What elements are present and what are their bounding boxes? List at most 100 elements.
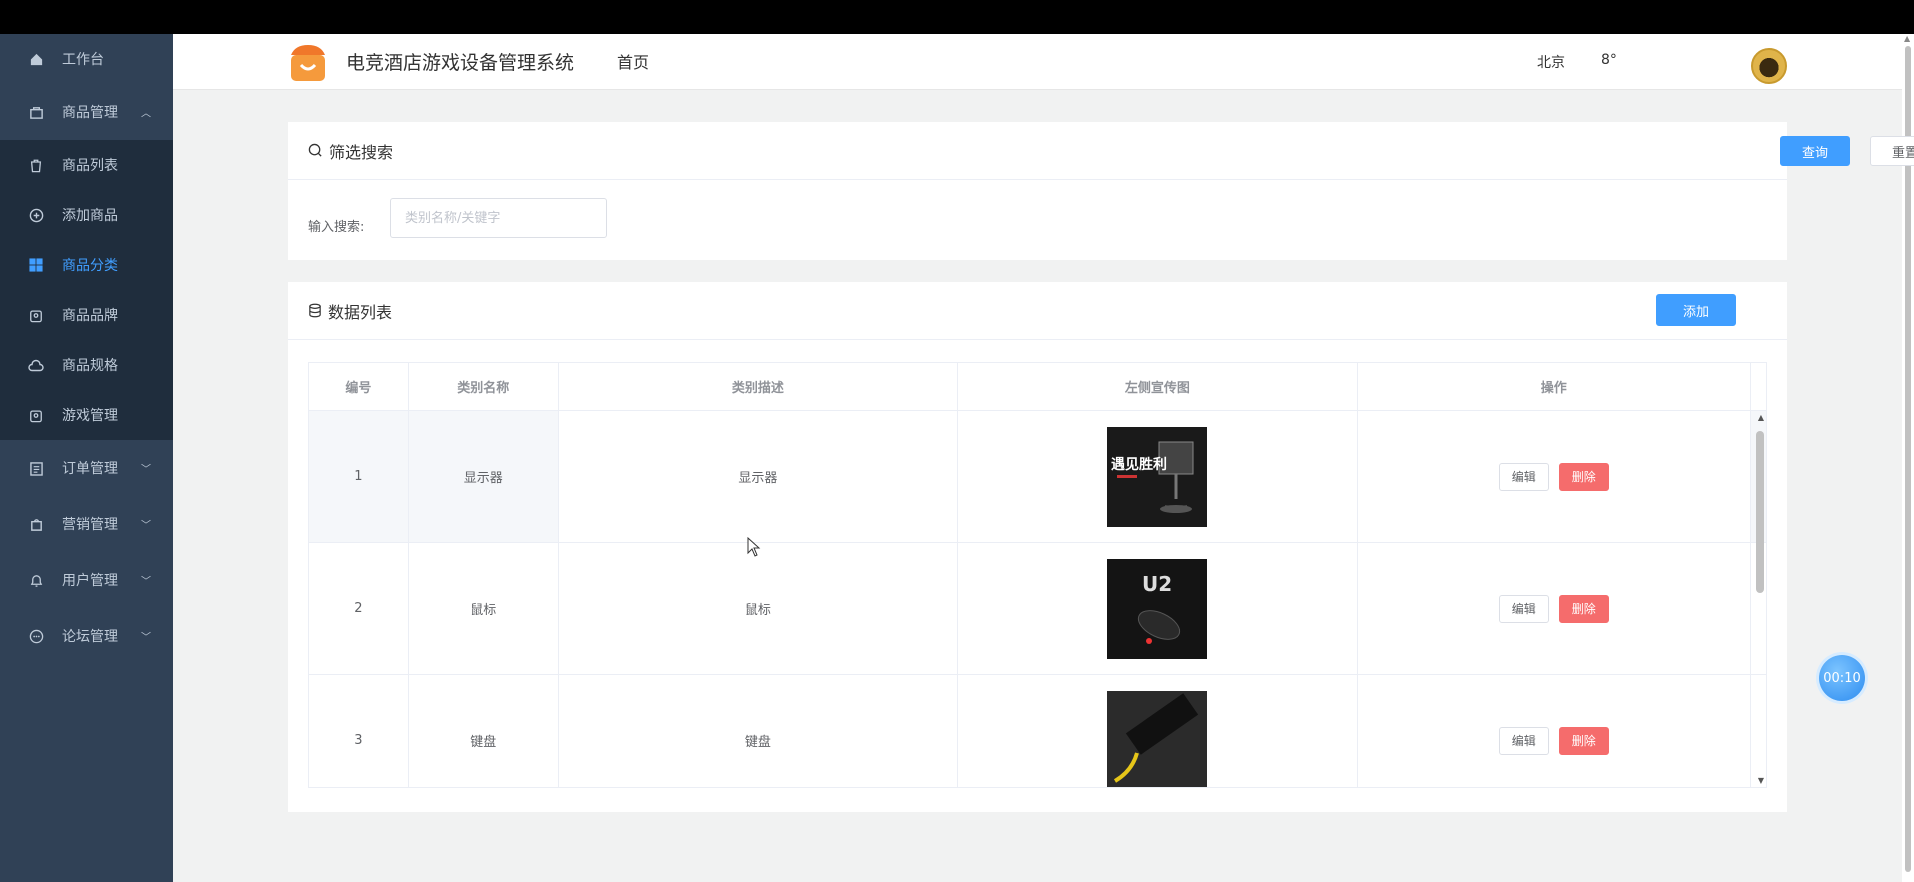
svg-text:遇见胜利: 遇见胜利 <box>1111 456 1167 473</box>
cell-actions: 编辑 删除 <box>1358 543 1752 674</box>
app-logo-icon <box>287 41 329 83</box>
filter-title: 筛选搜索 <box>329 142 394 162</box>
sidebar-item-label: 用户管理 <box>62 573 118 589</box>
cell-desc: 键盘 <box>559 675 959 787</box>
mouse-promo-image: U2 <box>1107 558 1208 659</box>
column-header-gutter <box>1751 363 1766 410</box>
cell-id: 2 <box>309 543 409 674</box>
column-header: 编号 <box>309 363 409 410</box>
bell-icon <box>28 572 44 588</box>
sidebar-item-goods-management[interactable]: 商品管理 ︿ <box>0 84 173 140</box>
sidebar-item-label: 工作台 <box>62 52 104 68</box>
edit-button[interactable]: 编辑 <box>1498 594 1549 623</box>
cell-desc: 鼠标 <box>559 543 959 674</box>
sidebar-item-goods-category[interactable]: 商品分类 <box>0 240 173 290</box>
table-row[interactable]: 3 键盘 键盘 编辑 删除 <box>309 675 1766 787</box>
weather-temperature: 8° <box>1601 52 1617 68</box>
weather-city: 北京 <box>1537 55 1565 71</box>
search-icon <box>308 143 323 158</box>
reset-button[interactable]: 重置 <box>1870 136 1914 166</box>
chevron-down-icon: ﹀ <box>141 632 151 644</box>
page-scrollbar-thumb[interactable] <box>1905 46 1911 872</box>
header: 电竞酒店游戏设备管理系统 首页 北京 8° <box>173 34 1902 90</box>
badge-icon <box>28 407 44 423</box>
chevron-down-icon: ﹀ <box>141 520 151 532</box>
add-button[interactable]: 添加 <box>1656 294 1736 326</box>
monitor-promo-image: 遇见胜利 <box>1107 426 1208 527</box>
avatar[interactable] <box>1751 48 1787 84</box>
timer-badge[interactable]: 00:10 <box>1819 655 1865 701</box>
cell-name: 键盘 <box>409 675 559 787</box>
sidebar-item-goods-brand[interactable]: 商品品牌 <box>0 290 173 340</box>
search-input[interactable] <box>390 198 607 238</box>
cell-actions: 编辑 删除 <box>1358 675 1752 787</box>
table-row[interactable]: 1 显示器 显示器 遇见胜利 编辑 删除 <box>309 411 1766 543</box>
sidebar-item-workbench[interactable]: 工作台 <box>0 34 173 84</box>
plus-circle-icon <box>28 207 44 223</box>
table-row[interactable]: 2 鼠标 鼠标 U2 编辑 删除 <box>309 543 1766 675</box>
shopping-bag-icon <box>28 516 44 532</box>
scroll-up-arrow-icon[interactable]: ▲ <box>1904 34 1910 43</box>
data-table: 编号 类别名称 类别描述 左侧宣传图 操作 1 显示器 显示器 遇见胜利 编辑 … <box>308 362 1767 788</box>
sidebar-item-label: 营销管理 <box>62 517 118 533</box>
sidebar-item-game-management[interactable]: 游戏管理 <box>0 390 173 440</box>
top-black-bar <box>0 0 1914 34</box>
filter-card: 筛选搜索 查询 重置 输入搜索: <box>288 122 1914 260</box>
sidebar-item-label: 游戏管理 <box>62 408 118 424</box>
badge-icon <box>28 307 44 323</box>
bag-icon <box>28 104 44 120</box>
sidebar-item-label: 论坛管理 <box>62 629 118 645</box>
clipboard-icon <box>28 460 44 476</box>
delete-button[interactable]: 删除 <box>1558 726 1609 755</box>
chat-icon <box>28 628 44 644</box>
table-scroll-up-icon[interactable]: ▲ <box>1758 413 1764 422</box>
list-card: 数据列表 添加 编号 类别名称 类别描述 左侧宣传图 操作 1 显示器 显示器 <box>288 282 1787 812</box>
sidebar-subnav: 商品列表 添加商品 商品分类 商品品牌 商品规格 游戏管理 <box>0 140 173 440</box>
trash-bag-icon <box>28 157 44 173</box>
app-title: 电竞酒店游戏设备管理系统 <box>346 52 575 74</box>
database-icon <box>308 303 322 318</box>
chevron-down-icon: ﹀ <box>141 576 151 588</box>
home-icon <box>28 51 44 67</box>
main-area: 电竞酒店游戏设备管理系统 首页 北京 8° ▲ 筛选搜索 查询 重置 输入搜索:… <box>173 34 1914 882</box>
sidebar-item-goods-spec[interactable]: 商品规格 <box>0 340 173 390</box>
cloud-icon <box>28 357 44 373</box>
cell-gutter <box>1751 675 1766 787</box>
sidebar-item-label: 商品品牌 <box>62 308 118 324</box>
edit-button[interactable]: 编辑 <box>1498 462 1549 491</box>
sidebar-item-marketing-management[interactable]: 营销管理 ﹀ <box>0 496 173 552</box>
cell-name: 显示器 <box>409 411 559 542</box>
table-scroll-down-icon[interactable]: ▼ <box>1758 776 1764 785</box>
sidebar: 工作台 商品管理 ︿ 商品列表 添加商品 商品分类 商品品牌 商品规格 游戏管理 <box>0 34 173 882</box>
delete-button[interactable]: 删除 <box>1558 594 1609 623</box>
sidebar-item-goods-list[interactable]: 商品列表 <box>0 140 173 190</box>
cell-id: 3 <box>309 675 409 787</box>
cell-actions: 编辑 删除 <box>1357 411 1752 542</box>
grid-icon <box>28 257 44 273</box>
query-button[interactable]: 查询 <box>1780 136 1850 166</box>
sidebar-item-label: 商品管理 <box>62 105 118 121</box>
edit-button[interactable]: 编辑 <box>1498 726 1549 755</box>
sidebar-item-label: 商品列表 <box>62 158 118 174</box>
sidebar-item-label: 添加商品 <box>62 208 118 224</box>
keyboard-promo-image <box>1107 690 1208 787</box>
table-scrollbar-thumb[interactable] <box>1756 431 1764 593</box>
delete-button[interactable]: 删除 <box>1558 462 1609 491</box>
sidebar-item-order-management[interactable]: 订单管理 ﹀ <box>0 440 173 496</box>
sidebar-item-add-goods[interactable]: 添加商品 <box>0 190 173 240</box>
sidebar-item-user-management[interactable]: 用户管理 ﹀ <box>0 552 173 608</box>
search-input-wrapper <box>390 198 607 238</box>
svg-text:U2: U2 <box>1142 572 1172 596</box>
sidebar-item-label: 商品分类 <box>62 258 118 274</box>
sidebar-item-forum-management[interactable]: 论坛管理 ﹀ <box>0 608 173 664</box>
cell-image: 遇见胜利 <box>958 411 1358 542</box>
chevron-up-icon: ︿ <box>141 108 151 120</box>
filter-card-header: 筛选搜索 查询 重置 <box>288 122 1914 180</box>
column-header: 操作 <box>1358 363 1752 410</box>
sidebar-item-label: 订单管理 <box>62 461 118 477</box>
home-link[interactable]: 首页 <box>617 49 649 73</box>
list-title: 数据列表 <box>328 302 393 322</box>
cell-image: U2 <box>958 543 1358 674</box>
cell-desc: 显示器 <box>558 411 959 542</box>
table-header: 编号 类别名称 类别描述 左侧宣传图 操作 <box>309 363 1766 411</box>
